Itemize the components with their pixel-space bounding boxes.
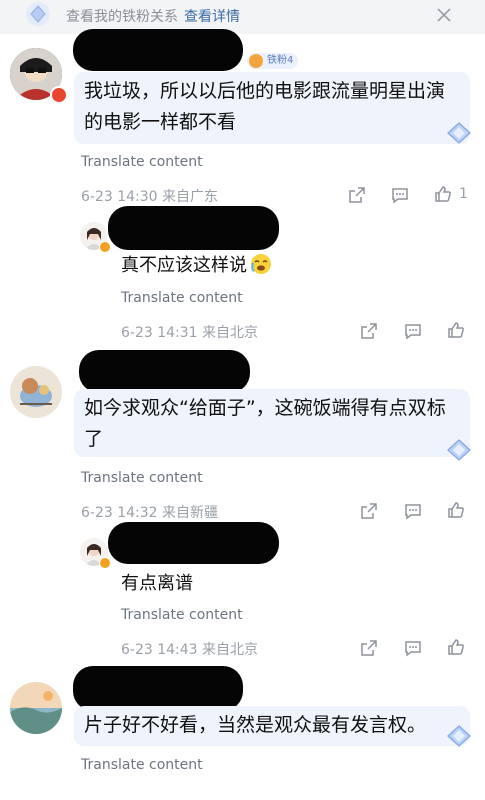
comment-icon[interactable]	[390, 185, 410, 205]
comment-text[interactable]: 如今求观众“给面子”，这碗饭端得有点双标了	[74, 389, 470, 457]
comment-meta: 6-23 14:30 来自广东	[81, 189, 219, 205]
translate-link[interactable]: Translate content	[121, 290, 243, 306]
iron-fan-banner[interactable]: 查看我的铁粉关系 查看详情	[0, 0, 485, 34]
view-details-link[interactable]: 查看详情	[184, 9, 240, 25]
translate-link[interactable]: Translate content	[81, 470, 203, 486]
redacted-username	[108, 206, 279, 250]
diamond-icon	[447, 725, 471, 747]
comment-meta: 6-23 14:31 来自北京	[121, 325, 259, 341]
translate-link[interactable]: Translate content	[81, 154, 203, 170]
diamond-icon	[26, 2, 50, 26]
like-icon[interactable]	[433, 184, 453, 204]
comment-meta: 6-23 14:32 来自新疆	[81, 505, 219, 521]
comment-icon[interactable]	[403, 321, 423, 341]
comment-icon[interactable]	[403, 501, 423, 521]
avatar-image	[10, 682, 62, 734]
like-icon[interactable]	[446, 320, 466, 340]
reply-text[interactable]: 有点离谱	[121, 569, 193, 595]
comment-icon[interactable]	[403, 638, 423, 658]
like-icon[interactable]	[446, 637, 466, 657]
avatar[interactable]	[10, 682, 62, 734]
close-icon[interactable]	[434, 5, 454, 25]
like-icon[interactable]	[446, 500, 466, 520]
share-icon[interactable]	[347, 185, 367, 205]
comment-text[interactable]: 我垃圾，所以以后他的电影跟流量明星出演的电影一样都不看	[74, 72, 470, 144]
like-count: 1	[459, 186, 468, 202]
share-icon[interactable]	[359, 638, 379, 658]
verified-badge-icon	[99, 241, 111, 253]
crying-emoji-icon	[251, 254, 271, 274]
banner-text: 查看我的铁粉关系 查看详情	[66, 9, 240, 25]
verified-badge-icon	[50, 86, 68, 104]
share-icon[interactable]	[359, 321, 379, 341]
reply-text[interactable]: 真不应该这样说	[121, 251, 273, 277]
comment-text[interactable]: 片子好不好看，当然是观众最有发言权。	[74, 706, 470, 746]
translate-link[interactable]: Translate content	[81, 757, 203, 773]
redacted-username	[108, 522, 279, 564]
redacted-username	[79, 350, 250, 393]
avatar[interactable]	[10, 366, 62, 418]
diamond-icon	[447, 122, 471, 144]
comment-meta: 6-23 14:43 来自北京	[121, 642, 259, 658]
iron-fan-badge: 铁粉4	[247, 53, 299, 69]
redacted-username	[73, 29, 243, 71]
share-icon[interactable]	[359, 501, 379, 521]
diamond-icon	[447, 439, 471, 461]
redacted-username	[73, 666, 243, 711]
translate-link[interactable]: Translate content	[121, 607, 243, 623]
avatar-image	[10, 366, 62, 418]
verified-badge-icon	[99, 557, 111, 569]
fan-badge-icon	[249, 54, 263, 68]
